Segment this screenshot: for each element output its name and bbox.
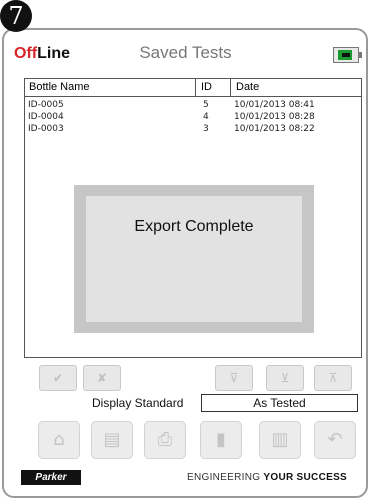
table-row[interactable]: ID-0005 5 10/01/2013 08:41 (25, 100, 361, 112)
column-header-id[interactable]: ID (201, 81, 212, 93)
dialog-message: Export Complete (134, 218, 254, 235)
cell-date: 10/01/2013 08:28 (234, 112, 315, 122)
home-button[interactable]: ⌂ (38, 421, 80, 459)
document-icon: ▤ (103, 429, 121, 450)
display-standard-field[interactable]: As Tested (201, 394, 358, 412)
table-row[interactable]: ID-0003 3 10/01/2013 08:22 (25, 124, 361, 136)
trash-icon: ▥ (271, 429, 289, 450)
cell-id: 5 (203, 100, 209, 110)
export-complete-dialog[interactable]: Export Complete (74, 185, 314, 333)
checkmark-icon: ✔ (52, 371, 64, 385)
print-button[interactable]: ⎙ (144, 421, 186, 459)
cell-bottle-name: ID-0004 (28, 112, 64, 122)
cell-date: 10/01/2013 08:22 (234, 124, 315, 134)
home-icon: ⌂ (53, 429, 65, 450)
report-button[interactable]: ▤ (91, 421, 133, 459)
export-button[interactable]: ▮ (200, 421, 242, 459)
filter-edit-icon: ⊻ (280, 371, 290, 385)
step-number-badge: 7 (0, 0, 32, 32)
check-all-button[interactable]: ✔ (39, 365, 77, 391)
dialog-body: Export Complete (86, 196, 302, 322)
tagline-bold: YOUR SUCCESS (263, 472, 348, 483)
filter-clear-icon: ⊼ (328, 371, 338, 385)
display-standard-label: Display Standard (92, 396, 184, 410)
screen-title: Saved Tests (139, 43, 232, 62)
printer-icon: ⎙ (157, 429, 173, 450)
cell-bottle-name: ID-0003 (28, 124, 64, 134)
back-button[interactable]: ↶ (314, 421, 356, 459)
filter-edit-button[interactable]: ⊻ (266, 365, 304, 391)
filter-button[interactable]: ⊽ (215, 365, 253, 391)
uncheck-all-button[interactable]: ✘ (83, 365, 121, 391)
usb-export-icon: ▮ (216, 429, 226, 450)
filter-icon: ⊽ (229, 371, 239, 385)
cell-bottle-name: ID-0005 (28, 100, 64, 110)
footer-tagline: ENGINEERING YOUR SUCCESS (187, 472, 347, 483)
tagline-plain: ENGINEERING (187, 472, 264, 483)
filter-clear-button[interactable]: ⊼ (314, 365, 352, 391)
cell-id: 3 (203, 124, 209, 134)
uncheck-icon: ✘ (96, 371, 108, 385)
cell-date: 10/01/2013 08:41 (234, 100, 315, 110)
cell-id: 4 (203, 112, 209, 122)
table-header: Bottle Name ID Date (25, 79, 361, 97)
table-row[interactable]: ID-0004 4 10/01/2013 08:28 (25, 112, 361, 124)
back-arrow-icon: ↶ (327, 429, 343, 450)
parker-logo: Parker (21, 470, 81, 485)
column-header-bottle-name[interactable]: Bottle Name (29, 81, 90, 93)
battery-plugged-icon (333, 47, 362, 63)
column-header-date[interactable]: Date (236, 81, 259, 93)
delete-button[interactable]: ▥ (259, 421, 301, 459)
